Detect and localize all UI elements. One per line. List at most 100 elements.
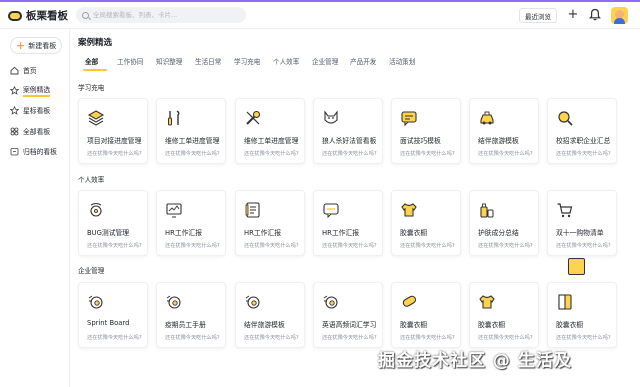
card-title: 护肤成分总结 <box>478 229 519 237</box>
card-title: 维修工单进度管理 <box>244 137 299 145</box>
card-title: 面试技巧模板 <box>400 137 441 145</box>
card-title: Sprint Board <box>87 319 130 327</box>
car-icon <box>480 111 494 125</box>
sidebar-item-all-boards[interactable]: 全部看板 <box>10 124 66 138</box>
sprint-icon <box>88 295 103 309</box>
card-subtitle: 还在犹豫今天吃什么吗? <box>478 335 533 341</box>
template-card[interactable]: HR工作汇报还在犹豫今天吃什么吗? <box>235 190 305 256</box>
template-card[interactable]: 项目对接进度管理 还在犹豫今天吃什么吗? <box>78 98 148 164</box>
card-title: 狼人杀好法管看板 <box>322 137 377 145</box>
template-card[interactable]: 胶囊衣橱 还在犹豫今天吃什么吗? <box>547 282 617 348</box>
tab-all[interactable]: 全部 <box>85 56 98 66</box>
card-title: HR工作汇报 <box>244 229 282 237</box>
template-card[interactable]: 护肤成分总结还在犹豫今天吃什么吗? <box>469 190 539 256</box>
archive-icon <box>10 147 19 155</box>
tab-event-planning[interactable]: 活动策划 <box>389 56 415 66</box>
bell-icon[interactable] <box>589 8 601 21</box>
active-tab-indicator <box>83 69 107 71</box>
logo[interactable]: 板栗看板 <box>8 8 68 23</box>
card-title: 项目对接进度管理 <box>87 137 142 145</box>
tab-knowledge[interactable]: 知识整理 <box>156 56 182 66</box>
template-card[interactable]: 面试技巧模板 还在犹豫今天吃什么吗? <box>391 98 461 164</box>
template-card[interactable]: 结伴旅游模板 还在犹豫今天吃什么吗? <box>469 98 539 164</box>
avatar[interactable] <box>611 7 628 24</box>
template-card[interactable]: 胶囊衣橱还在犹豫今天吃什么吗? <box>391 190 461 256</box>
section-title: 企业管理 <box>78 267 105 275</box>
template-card[interactable]: BUG测试管理 还在犹豫今天吃什么吗? <box>78 190 148 256</box>
card-subtitle: 还在犹豫今天吃什么吗? <box>478 243 533 249</box>
sidebar-item-starred[interactable]: 星标看板 <box>10 103 66 117</box>
card-title: 英语高频词汇学习 <box>322 321 377 329</box>
chat-icon <box>401 111 417 127</box>
template-card[interactable]: Sprint Board 还在犹豫今天吃什么吗? <box>78 282 148 348</box>
wrench-icon <box>246 110 261 125</box>
template-card[interactable]: 结伴旅游模板 还在犹豫今天吃什么吗? <box>235 282 305 348</box>
tab-personal-efficiency[interactable]: 个人效率 <box>273 56 299 66</box>
template-card[interactable]: 维修工单进度管理 还在犹豫今天吃什么吗? <box>156 98 226 164</box>
pill-icon <box>402 295 417 307</box>
template-card[interactable]: 校招求职企业汇总 还在犹豫今天吃什么吗? <box>547 98 617 164</box>
monitor-icon <box>166 203 182 218</box>
tab-learning[interactable]: 学习充电 <box>234 56 260 66</box>
card-subtitle: 还在犹豫今天吃什么吗? <box>165 151 220 157</box>
sidebar-item-label: 星标看板 <box>23 107 51 115</box>
card-title: 胶囊衣橱 <box>478 321 506 329</box>
shirt-icon <box>401 203 417 217</box>
sprint-icon <box>323 295 338 309</box>
search-input[interactable] <box>93 11 233 19</box>
star-icon <box>10 85 19 95</box>
speech-icon <box>323 203 339 219</box>
sidebar-item-home[interactable]: 首页 <box>10 63 66 77</box>
tab-daily-life[interactable]: 生活日常 <box>195 56 221 66</box>
card-subtitle: 还在犹豫今天吃什么吗? <box>322 151 377 157</box>
card-title: 结伴旅游模板 <box>478 137 519 145</box>
template-card[interactable]: HR工作汇报还在犹豫今天吃什么吗? <box>156 190 226 256</box>
main-content: 案例精选 全部 工作协同 知识整理 生活日常 学习充电 个人效率 企业管理 产品… <box>70 29 640 387</box>
template-card[interactable]: 胶囊衣橱 还在犹豫今天吃什么吗? <box>391 282 461 348</box>
card-subtitle: 还在犹豫今天吃什么吗? <box>556 335 611 341</box>
wardrobe-icon <box>558 294 572 310</box>
card-title: 胶囊衣橱 <box>400 229 428 237</box>
shirt-icon <box>479 295 495 309</box>
recent-button[interactable]: 最近浏览 <box>519 8 557 23</box>
card-title: HR工作汇报 <box>165 229 203 237</box>
template-card[interactable]: 英语高频词汇学习 还在犹豫今天吃什么吗? <box>313 282 383 348</box>
template-card[interactable]: HR工作汇报还在犹豫今天吃什么吗? <box>313 190 383 256</box>
card-title: 维修工单进度管理 <box>165 137 220 145</box>
card-subtitle: 还在犹豫今天吃什么吗? <box>244 243 299 249</box>
tools-icon <box>168 110 180 126</box>
card-title: HR工作汇报 <box>322 229 360 237</box>
notebook-icon <box>245 202 260 218</box>
search-icon <box>82 11 89 19</box>
sidebar-item-archived[interactable]: 归档的看板 <box>10 144 66 158</box>
sprint-icon <box>166 295 181 309</box>
search-bar[interactable] <box>76 7 246 23</box>
tab-enterprise[interactable]: 企业管理 <box>312 56 338 66</box>
template-card[interactable]: 狼人杀好法管看板 还在犹豫今天吃什么吗? <box>313 98 383 164</box>
card-title: 疫期员工手册 <box>165 321 206 329</box>
sidebar-item-featured[interactable]: 案例精选 <box>10 83 66 97</box>
category-tabs: 全部 工作协同 知识整理 生活日常 学习充电 个人效率 企业管理 产品开发 活动… <box>78 56 638 71</box>
tab-work-collab[interactable]: 工作协同 <box>117 56 143 66</box>
template-card[interactable]: 双十一购物清单 还在犹豫今天吃什么吗? <box>547 190 617 256</box>
card-title: 双十一购物清单 <box>556 229 604 237</box>
plus-icon[interactable]: + <box>567 8 579 21</box>
card-title: BUG测试管理 <box>87 229 130 237</box>
template-card[interactable]: 胶囊衣橱还在犹豫今天吃什么吗? <box>469 282 539 348</box>
card-subtitle: 还在犹豫今天吃什么吗? <box>322 335 377 341</box>
section-title: 个人效率 <box>78 176 105 184</box>
sidebar-item-label: 归档的看板 <box>23 148 57 156</box>
card-subtitle: 还在犹豫今天吃什么吗? <box>87 335 142 341</box>
bug-icon <box>90 202 102 217</box>
template-card[interactable]: 疫期员工手册 还在犹豫今天吃什么吗? <box>156 282 226 348</box>
template-card[interactable]: 维修工单进度管理 还在犹豫今天吃什么吗? <box>235 98 305 164</box>
magnifier-icon <box>558 111 573 126</box>
card-subtitle: 还在犹豫今天吃什么吗? <box>322 243 377 249</box>
card-subtitle: 还在犹豫今天吃什么吗? <box>244 335 299 341</box>
card-subtitle: 还在犹豫今天吃什么吗? <box>165 243 220 249</box>
new-board-button[interactable]: + 新建看板 <box>10 37 62 54</box>
card-subtitle: 还在犹豫今天吃什么吗? <box>400 243 455 249</box>
card-subtitle: 还在犹豫今天吃什么吗? <box>400 335 455 341</box>
home-icon <box>10 66 19 74</box>
tab-product-dev[interactable]: 产品开发 <box>350 56 376 66</box>
